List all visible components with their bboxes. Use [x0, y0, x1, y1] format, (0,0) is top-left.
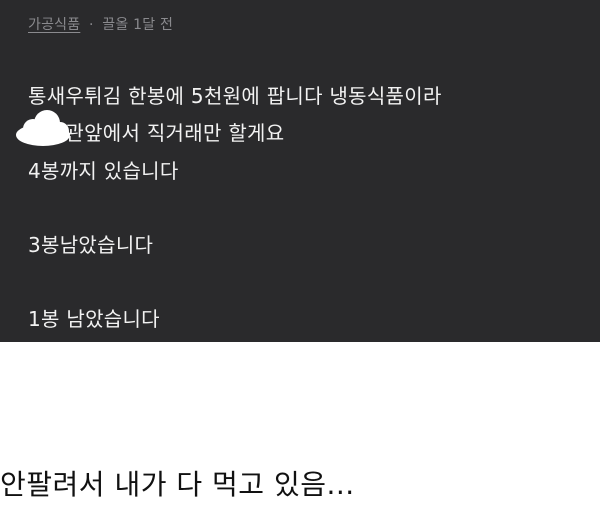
meta-separator: ·: [88, 17, 94, 33]
caption-text: 안팔려서 내가 다 먹고 있음...: [0, 468, 355, 501]
post-card: 가공식품 · 끌올 1달 전 통새우튀김 한봉에 5천원에 팝니다 냉동식품이라…: [0, 0, 600, 342]
time-label: 1달 전: [133, 17, 174, 33]
post-meta: 가공식품 · 끌올 1달 전: [28, 14, 173, 34]
post-body-line: 1봉 남았습니다: [28, 307, 160, 331]
cloud-icon: [16, 110, 70, 146]
post-body-line: 3봉남았습니다: [28, 233, 154, 257]
post-body-line: 통새우튀김 한봉에 5천원에 팝니다 냉동식품이라: [28, 84, 442, 108]
author-label: 끌올: [102, 17, 129, 33]
post-body-line: 4봉까지 있습니다: [28, 159, 179, 183]
category-link[interactable]: 가공식품: [28, 17, 80, 33]
